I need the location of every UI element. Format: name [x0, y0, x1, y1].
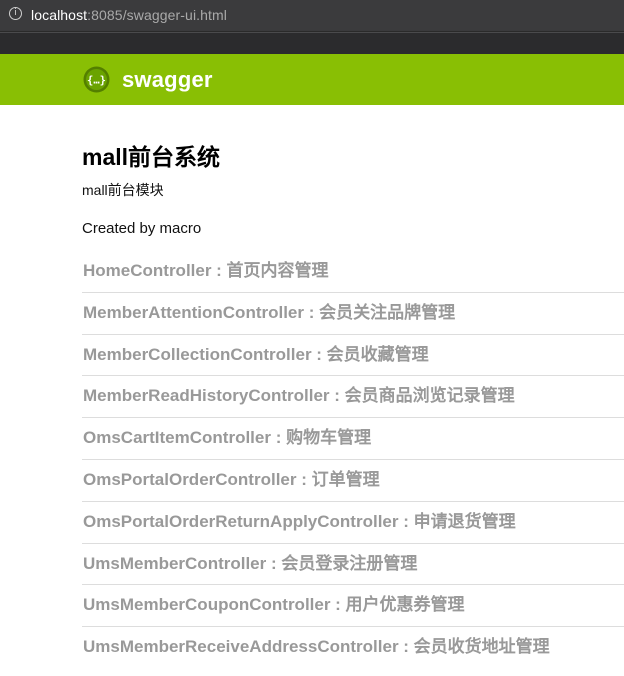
page: i localhost:8085/swagger-ui.html {…} swa… — [0, 0, 624, 676]
url-path: :8085/swagger-ui.html — [87, 7, 227, 23]
resource-item-member-read-history-controller: MemberReadHistoryController : 会员商品浏览记录管理 — [82, 376, 624, 419]
resource-item-member-attention-controller: MemberAttentionController : 会员关注品牌管理 — [82, 293, 624, 335]
browser-address-bar: i localhost:8085/swagger-ui.html — [0, 0, 624, 32]
swagger-header: {…} swagger — [0, 54, 624, 105]
resource-list: HomeController : 首页内容管理 MemberAttentionC… — [82, 251, 624, 669]
api-description: mall前台模块 — [82, 182, 164, 198]
browser-tab-strip — [0, 32, 624, 54]
swagger-logo-text[interactable]: swagger — [122, 66, 213, 94]
resource-link-oms-portal-order-controller[interactable]: OmsPortalOrderController : 订单管理 — [83, 469, 380, 491]
info-icon[interactable]: i — [9, 7, 22, 20]
resource-item-member-collection-controller: MemberCollectionController : 会员收藏管理 — [82, 335, 624, 377]
resource-link-oms-portal-order-return-apply-controller[interactable]: OmsPortalOrderReturnApplyController : 申请… — [83, 511, 516, 533]
created-by-text: Created by macro — [82, 220, 202, 237]
resource-link-oms-cart-item-controller[interactable]: OmsCartItemController : 购物车管理 — [83, 427, 371, 449]
resource-link-member-read-history-controller[interactable]: MemberReadHistoryController : 会员商品浏览记录管理 — [83, 385, 515, 407]
url-text[interactable]: localhost:8085/swagger-ui.html — [31, 6, 227, 24]
resource-item-home-controller: HomeController : 首页内容管理 — [82, 251, 624, 293]
page-title: mall前台系统 — [82, 144, 221, 170]
resource-link-ums-member-coupon-controller[interactable]: UmsMemberCouponController : 用户优惠券管理 — [83, 594, 465, 616]
resource-link-member-attention-controller[interactable]: MemberAttentionController : 会员关注品牌管理 — [83, 302, 455, 324]
address-field[interactable]: i localhost:8085/swagger-ui.html — [0, 0, 624, 30]
resource-item-ums-member-coupon-controller: UmsMemberCouponController : 用户优惠券管理 — [82, 585, 624, 628]
swagger-logo-icon[interactable]: {…} — [83, 66, 110, 93]
resource-item-ums-member-controller: UmsMemberController : 会员登录注册管理 — [82, 544, 624, 586]
resource-link-home-controller[interactable]: HomeController : 首页内容管理 — [83, 260, 329, 282]
resource-item-ums-member-receive-address-controller: UmsMemberReceiveAddressController : 会员收货… — [82, 627, 624, 669]
svg-text:{…}: {…} — [87, 75, 106, 87]
resource-link-ums-member-controller[interactable]: UmsMemberController : 会员登录注册管理 — [83, 553, 417, 575]
url-host: localhost — [31, 7, 88, 23]
resource-link-member-collection-controller[interactable]: MemberCollectionController : 会员收藏管理 — [83, 344, 429, 366]
resource-item-oms-portal-order-return-apply-controller: OmsPortalOrderReturnApplyController : 申请… — [82, 502, 624, 544]
resource-item-oms-cart-item-controller: OmsCartItemController : 购物车管理 — [82, 418, 624, 460]
resource-item-oms-portal-order-controller: OmsPortalOrderController : 订单管理 — [82, 460, 624, 502]
resource-link-ums-member-receive-address-controller[interactable]: UmsMemberReceiveAddressController : 会员收货… — [83, 636, 550, 658]
